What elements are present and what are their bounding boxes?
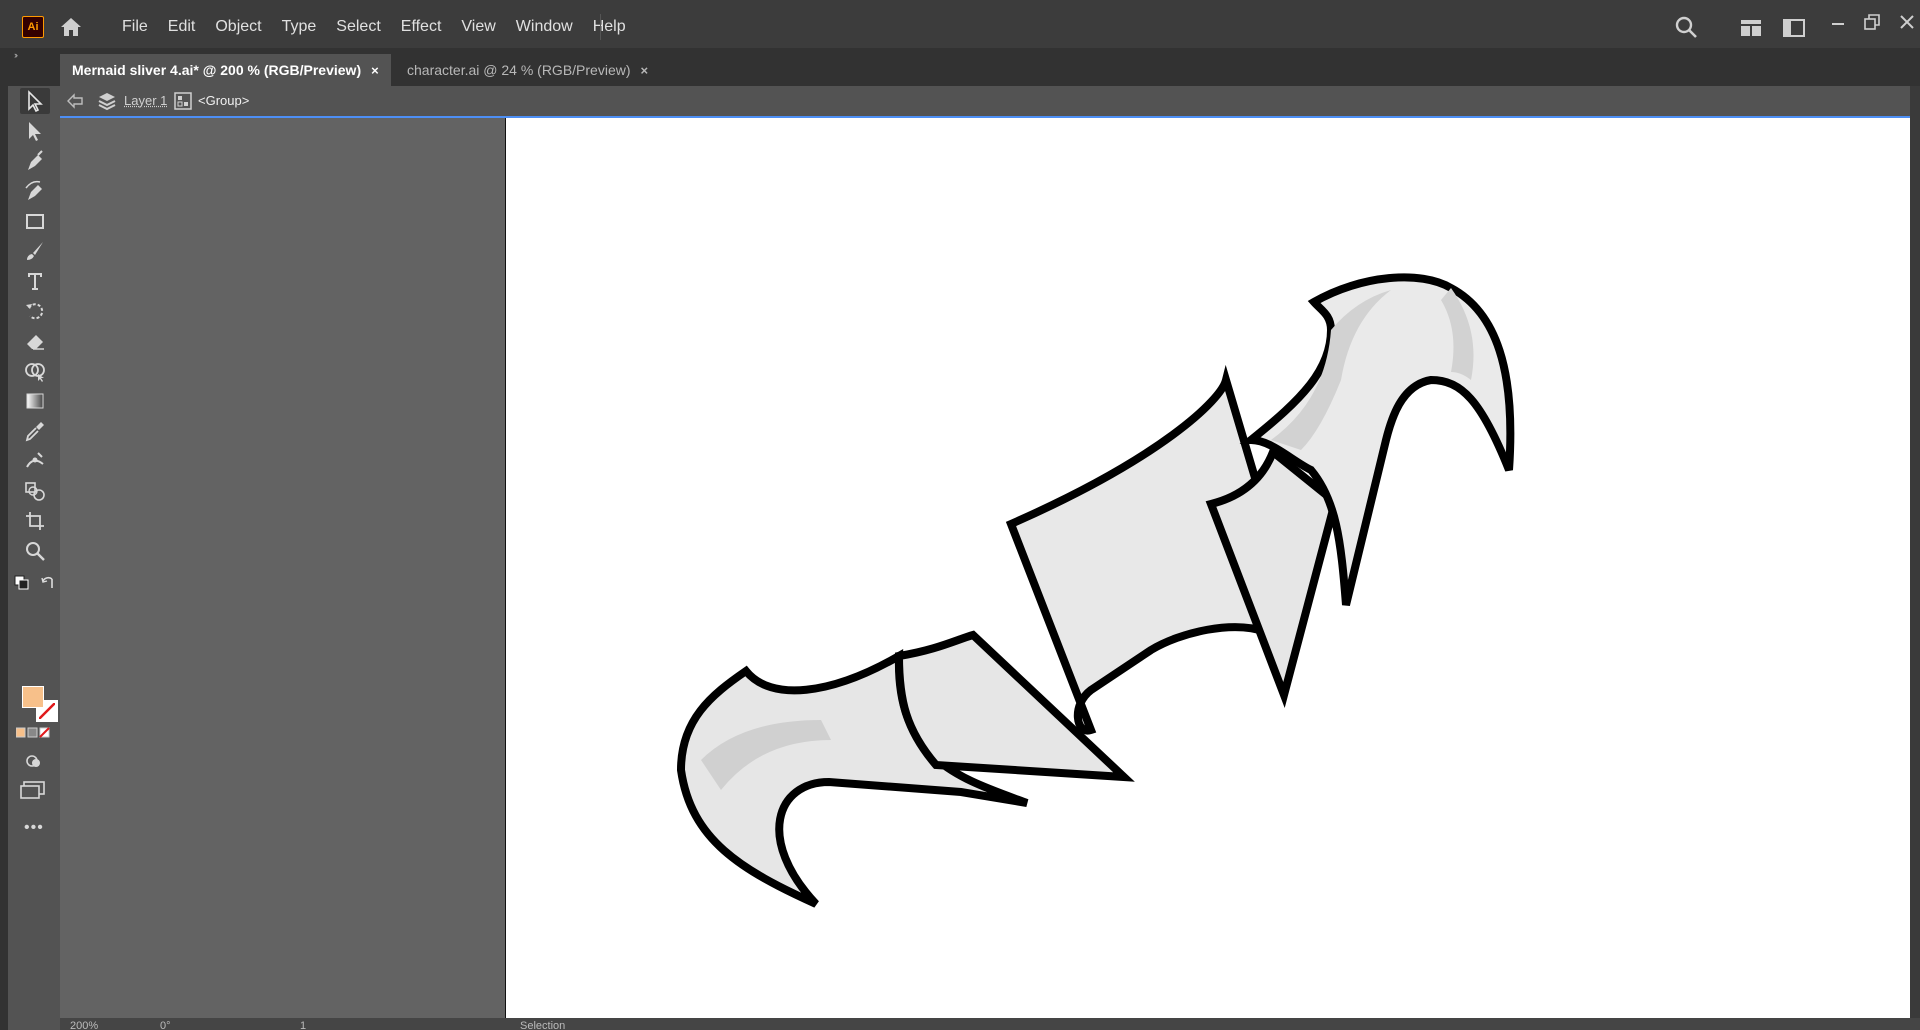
group-icon	[174, 92, 192, 113]
zoom-level[interactable]: 200%	[70, 1020, 98, 1030]
back-arrow-icon[interactable]	[66, 92, 84, 113]
isolation-mode-bar: Layer 1 <Group>	[60, 86, 1910, 116]
search-icon[interactable]	[1674, 15, 1698, 42]
workspace-switcher-icon[interactable]	[1740, 19, 1762, 40]
menu-bar: Ai File Edit Object Type Select Effect V…	[0, 0, 1920, 53]
tab-label: character.ai @ 24 % (RGB/Preview)	[407, 62, 631, 78]
eyedropper-tool-icon[interactable]	[20, 418, 50, 444]
pen-tool-icon[interactable]	[20, 148, 50, 174]
fill-swatch[interactable]	[22, 686, 44, 708]
collapse-panel-icon[interactable]: ››	[14, 50, 18, 60]
close-tab-icon[interactable]: ×	[371, 63, 379, 78]
layers-icon	[98, 91, 116, 114]
tab-character[interactable]: character.ai @ 24 % (RGB/Preview) ×	[395, 54, 660, 86]
minimize-icon[interactable]	[1830, 16, 1846, 35]
puppet-warp-tool-icon[interactable]	[20, 448, 50, 474]
breadcrumb-group[interactable]: <Group>	[198, 93, 249, 108]
menu-select[interactable]: Select	[326, 16, 390, 38]
app-logo: Ai	[22, 16, 44, 38]
default-fill-stroke-icon[interactable]	[14, 575, 30, 594]
arrange-documents-icon[interactable]	[1783, 19, 1805, 40]
screen-mode-icon[interactable]	[20, 781, 46, 802]
artboard-tool-icon[interactable]	[20, 508, 50, 534]
rotate-tool-icon[interactable]	[20, 298, 50, 324]
home-icon[interactable]	[58, 14, 84, 40]
artboard-number[interactable]: 1	[300, 1020, 306, 1030]
blend-tool-icon[interactable]	[20, 478, 50, 504]
menu-window[interactable]: Window	[506, 16, 583, 38]
type-tool-icon[interactable]	[20, 268, 50, 294]
menu-edit[interactable]: Edit	[158, 16, 206, 38]
status-bar: 200% 0° 1 Selection	[60, 1018, 1920, 1030]
swap-fill-stroke-icon[interactable]	[40, 575, 56, 594]
tab-mernaid-sliver[interactable]: Mernaid sliver 4.ai* @ 200 % (RGB/Previe…	[60, 54, 391, 86]
curvature-tool-icon[interactable]	[20, 178, 50, 204]
menu-object[interactable]: Object	[205, 16, 271, 38]
rotation-value[interactable]: 0°	[160, 1020, 171, 1030]
paintbrush-tool-icon[interactable]	[20, 238, 50, 264]
document-tab-bar: ›› Mernaid sliver 4.ai* @ 200 % (RGB/Pre…	[0, 48, 1920, 86]
zoom-tool-icon[interactable]	[20, 538, 50, 564]
menu-effect[interactable]: Effect	[391, 16, 452, 38]
edit-toolbar-more-icon[interactable]: •••	[24, 819, 44, 837]
rectangle-tool-icon[interactable]	[20, 208, 50, 234]
tools-panel: •••	[8, 86, 60, 1030]
current-tool-status[interactable]: Selection	[520, 1020, 565, 1030]
menu-separator	[600, 14, 601, 40]
shape-builder-tool-icon[interactable]	[20, 358, 50, 384]
selection-tool-icon[interactable]	[20, 88, 50, 114]
menu-type[interactable]: Type	[272, 16, 327, 38]
restore-icon[interactable]	[1863, 13, 1881, 34]
draw-mode-icon[interactable]	[22, 752, 46, 773]
main-menu: File Edit Object Type Select Effect View…	[112, 16, 636, 38]
eraser-tool-icon[interactable]	[20, 328, 50, 354]
artboard[interactable]	[505, 118, 1910, 1018]
spear-illustration[interactable]	[506, 118, 1911, 1018]
color-mode-icon[interactable]	[15, 726, 56, 742]
menu-help[interactable]: Help	[583, 16, 636, 38]
close-window-icon[interactable]	[1898, 13, 1916, 34]
direct-selection-tool-icon[interactable]	[20, 118, 50, 144]
menu-view[interactable]: View	[451, 16, 505, 38]
menu-file[interactable]: File	[112, 16, 158, 38]
vertical-scrollbar[interactable]	[1910, 86, 1920, 1030]
gradient-tool-icon[interactable]	[20, 388, 50, 414]
close-tab-icon[interactable]: ×	[641, 63, 649, 78]
breadcrumb-layer[interactable]: Layer 1	[124, 93, 167, 108]
tab-label: Mernaid sliver 4.ai* @ 200 % (RGB/Previe…	[72, 62, 362, 78]
